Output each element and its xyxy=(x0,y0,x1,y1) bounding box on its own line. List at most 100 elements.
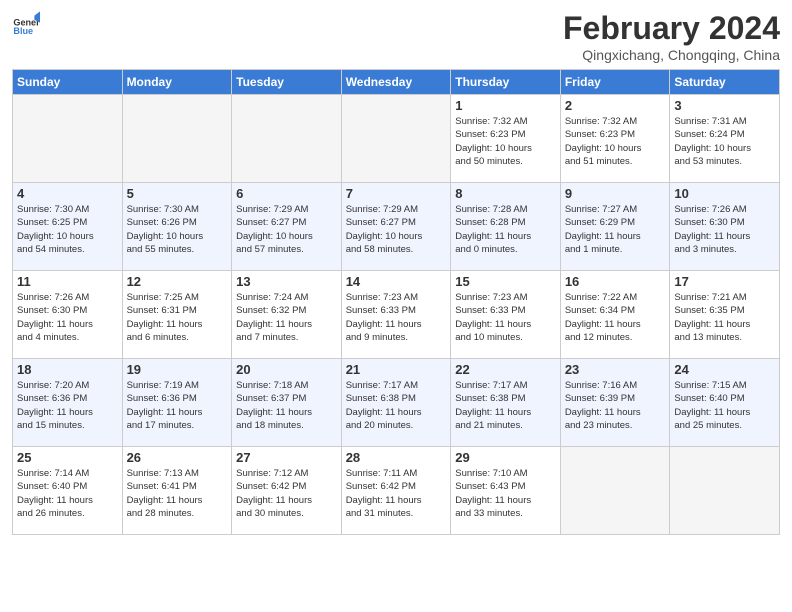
day-info: Sunrise: 7:18 AM Sunset: 6:37 PM Dayligh… xyxy=(236,379,337,432)
day-number: 1 xyxy=(455,98,556,113)
svg-text:Blue: Blue xyxy=(13,26,33,36)
calendar-cell: 26 Sunrise: 7:13 AM Sunset: 6:41 PM Dayli… xyxy=(122,447,232,535)
calendar-week-row: 1 Sunrise: 7:32 AM Sunset: 6:23 PM Daylig… xyxy=(13,95,780,183)
day-info: Sunrise: 7:30 AM Sunset: 6:26 PM Dayligh… xyxy=(127,203,228,256)
header: General Blue February 2024 Qingxichang, … xyxy=(12,10,780,63)
day-number: 10 xyxy=(674,186,775,201)
day-number: 17 xyxy=(674,274,775,289)
day-number: 6 xyxy=(236,186,337,201)
day-number: 15 xyxy=(455,274,556,289)
calendar-cell: 29 Sunrise: 7:10 AM Sunset: 6:43 PM Dayli… xyxy=(451,447,561,535)
calendar-header-row: Sunday Monday Tuesday Wednesday Thursday… xyxy=(13,70,780,95)
day-number: 14 xyxy=(346,274,447,289)
day-number: 19 xyxy=(127,362,228,377)
day-info: Sunrise: 7:31 AM Sunset: 6:24 PM Dayligh… xyxy=(674,115,775,168)
day-info: Sunrise: 7:19 AM Sunset: 6:36 PM Dayligh… xyxy=(127,379,228,432)
day-info: Sunrise: 7:29 AM Sunset: 6:27 PM Dayligh… xyxy=(236,203,337,256)
calendar-cell: 7Sunrise: 7:29 AM Sunset: 6:27 PM Daylig… xyxy=(341,183,451,271)
day-number: 5 xyxy=(127,186,228,201)
day-info: Sunrise: 7:14 AM Sunset: 6:40 PM Dayligh… xyxy=(17,467,118,520)
day-number: 4 xyxy=(17,186,118,201)
col-wednesday: Wednesday xyxy=(341,70,451,95)
logo: General Blue xyxy=(12,10,40,38)
day-info: Sunrise: 7:15 AM Sunset: 6:40 PM Dayligh… xyxy=(674,379,775,432)
day-info: Sunrise: 7:30 AM Sunset: 6:25 PM Dayligh… xyxy=(17,203,118,256)
calendar-cell: 13Sunrise: 7:24 AM Sunset: 6:32 PM Dayli… xyxy=(232,271,342,359)
day-number: 12 xyxy=(127,274,228,289)
day-info: Sunrise: 7:20 AM Sunset: 6:36 PM Dayligh… xyxy=(17,379,118,432)
page: General Blue February 2024 Qingxichang, … xyxy=(0,0,792,612)
day-number: 11 xyxy=(17,274,118,289)
day-info: Sunrise: 7:23 AM Sunset: 6:33 PM Dayligh… xyxy=(346,291,447,344)
day-info: Sunrise: 7:26 AM Sunset: 6:30 PM Dayligh… xyxy=(17,291,118,344)
calendar-cell: 3 Sunrise: 7:31 AM Sunset: 6:24 PM Daylig… xyxy=(670,95,780,183)
calendar-cell: 8Sunrise: 7:28 AM Sunset: 6:28 PM Daylig… xyxy=(451,183,561,271)
calendar-cell xyxy=(232,95,342,183)
calendar-cell xyxy=(341,95,451,183)
calendar-week-row: 18 Sunrise: 7:20 AM Sunset: 6:36 PM Dayli… xyxy=(13,359,780,447)
title-block: February 2024 Qingxichang, Chongqing, Ch… xyxy=(563,10,780,63)
calendar-cell xyxy=(122,95,232,183)
col-friday: Friday xyxy=(560,70,670,95)
day-info: Sunrise: 7:10 AM Sunset: 6:43 PM Dayligh… xyxy=(455,467,556,520)
col-sunday: Sunday xyxy=(13,70,123,95)
day-info: Sunrise: 7:17 AM Sunset: 6:38 PM Dayligh… xyxy=(455,379,556,432)
calendar-cell: 22 Sunrise: 7:17 AM Sunset: 6:38 PM Dayli… xyxy=(451,359,561,447)
day-number: 22 xyxy=(455,362,556,377)
calendar-cell: 2 Sunrise: 7:32 AM Sunset: 6:23 PM Daylig… xyxy=(560,95,670,183)
calendar-cell: 5 Sunrise: 7:30 AM Sunset: 6:26 PM Daylig… xyxy=(122,183,232,271)
day-number: 21 xyxy=(346,362,447,377)
calendar-week-row: 25Sunrise: 7:14 AM Sunset: 6:40 PM Dayli… xyxy=(13,447,780,535)
calendar-cell: 23 Sunrise: 7:16 AM Sunset: 6:39 PM Dayli… xyxy=(560,359,670,447)
calendar-cell: 10 Sunrise: 7:26 AM Sunset: 6:30 PM Dayli… xyxy=(670,183,780,271)
col-saturday: Saturday xyxy=(670,70,780,95)
day-info: Sunrise: 7:25 AM Sunset: 6:31 PM Dayligh… xyxy=(127,291,228,344)
calendar-cell: 9Sunrise: 7:27 AM Sunset: 6:29 PM Daylig… xyxy=(560,183,670,271)
calendar-cell: 15 Sunrise: 7:23 AM Sunset: 6:33 PM Dayli… xyxy=(451,271,561,359)
day-info: Sunrise: 7:13 AM Sunset: 6:41 PM Dayligh… xyxy=(127,467,228,520)
calendar-cell: 16 Sunrise: 7:22 AM Sunset: 6:34 PM Dayli… xyxy=(560,271,670,359)
calendar-week-row: 11 Sunrise: 7:26 AM Sunset: 6:30 PM Dayli… xyxy=(13,271,780,359)
col-thursday: Thursday xyxy=(451,70,561,95)
day-info: Sunrise: 7:26 AM Sunset: 6:30 PM Dayligh… xyxy=(674,203,775,256)
day-info: Sunrise: 7:22 AM Sunset: 6:34 PM Dayligh… xyxy=(565,291,666,344)
day-number: 20 xyxy=(236,362,337,377)
calendar-table: Sunday Monday Tuesday Wednesday Thursday… xyxy=(12,69,780,535)
day-number: 8 xyxy=(455,186,556,201)
calendar-cell xyxy=(670,447,780,535)
col-monday: Monday xyxy=(122,70,232,95)
day-info: Sunrise: 7:11 AM Sunset: 6:42 PM Dayligh… xyxy=(346,467,447,520)
calendar-cell xyxy=(560,447,670,535)
day-info: Sunrise: 7:17 AM Sunset: 6:38 PM Dayligh… xyxy=(346,379,447,432)
calendar-cell: 17 Sunrise: 7:21 AM Sunset: 6:35 PM Dayli… xyxy=(670,271,780,359)
day-info: Sunrise: 7:29 AM Sunset: 6:27 PM Dayligh… xyxy=(346,203,447,256)
calendar-cell: 14 Sunrise: 7:23 AM Sunset: 6:33 PM Dayli… xyxy=(341,271,451,359)
calendar-cell: 1 Sunrise: 7:32 AM Sunset: 6:23 PM Daylig… xyxy=(451,95,561,183)
day-number: 24 xyxy=(674,362,775,377)
day-number: 27 xyxy=(236,450,337,465)
day-info: Sunrise: 7:16 AM Sunset: 6:39 PM Dayligh… xyxy=(565,379,666,432)
location: Qingxichang, Chongqing, China xyxy=(563,47,780,63)
day-number: 23 xyxy=(565,362,666,377)
day-number: 13 xyxy=(236,274,337,289)
day-info: Sunrise: 7:12 AM Sunset: 6:42 PM Dayligh… xyxy=(236,467,337,520)
day-number: 2 xyxy=(565,98,666,113)
day-info: Sunrise: 7:32 AM Sunset: 6:23 PM Dayligh… xyxy=(565,115,666,168)
day-number: 16 xyxy=(565,274,666,289)
calendar-week-row: 4 Sunrise: 7:30 AM Sunset: 6:25 PM Daylig… xyxy=(13,183,780,271)
calendar-cell xyxy=(13,95,123,183)
generalblue-logo-icon: General Blue xyxy=(12,10,40,38)
day-number: 26 xyxy=(127,450,228,465)
day-info: Sunrise: 7:32 AM Sunset: 6:23 PM Dayligh… xyxy=(455,115,556,168)
day-number: 29 xyxy=(455,450,556,465)
day-info: Sunrise: 7:21 AM Sunset: 6:35 PM Dayligh… xyxy=(674,291,775,344)
day-number: 3 xyxy=(674,98,775,113)
calendar-cell: 18 Sunrise: 7:20 AM Sunset: 6:36 PM Dayli… xyxy=(13,359,123,447)
day-info: Sunrise: 7:23 AM Sunset: 6:33 PM Dayligh… xyxy=(455,291,556,344)
calendar-cell: 4 Sunrise: 7:30 AM Sunset: 6:25 PM Daylig… xyxy=(13,183,123,271)
calendar-cell: 19 Sunrise: 7:19 AM Sunset: 6:36 PM Dayli… xyxy=(122,359,232,447)
calendar-cell: 21 Sunrise: 7:17 AM Sunset: 6:38 PM Dayli… xyxy=(341,359,451,447)
day-number: 18 xyxy=(17,362,118,377)
day-number: 28 xyxy=(346,450,447,465)
calendar-cell: 25Sunrise: 7:14 AM Sunset: 6:40 PM Dayli… xyxy=(13,447,123,535)
